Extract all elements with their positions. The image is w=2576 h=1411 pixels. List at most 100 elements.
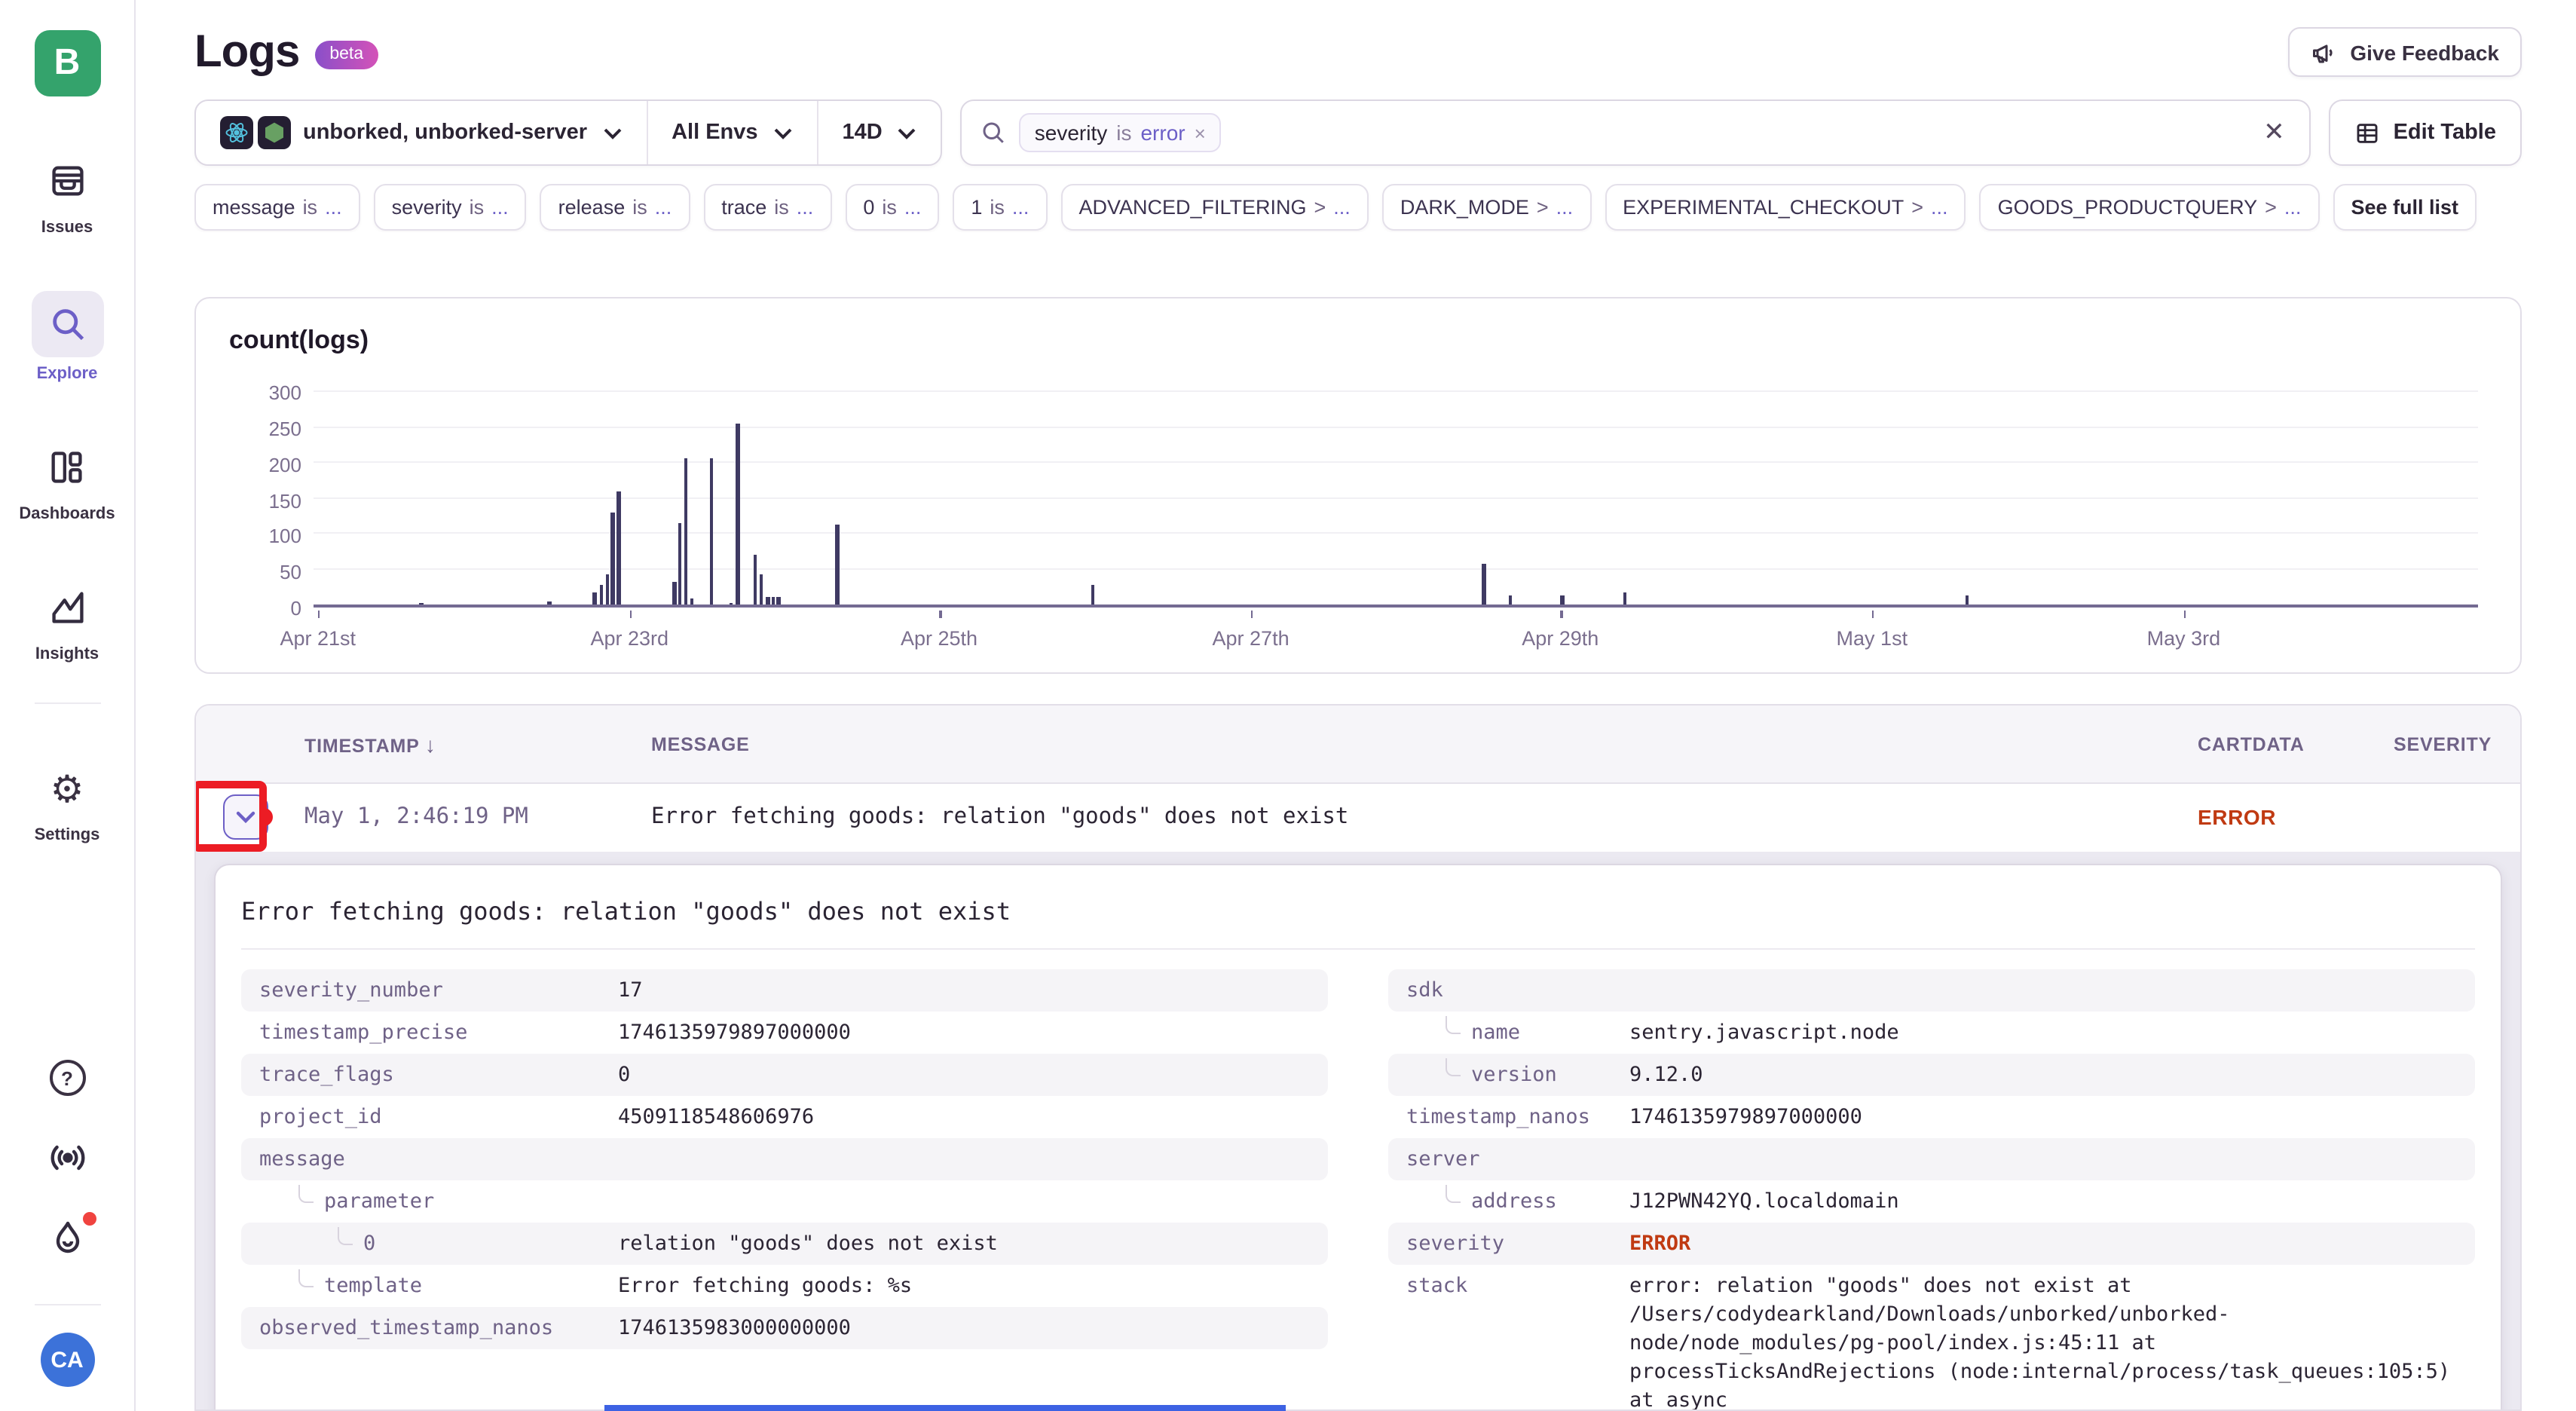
project-selector-label: unborked, unborked-server: [303, 121, 587, 145]
chart-bar[interactable]: [736, 424, 739, 604]
filter-chips-row: messageis... severityis... releaseis... tra…: [194, 184, 2576, 232]
chart-bar[interactable]: [1482, 564, 1486, 604]
y-tick-label: 100: [269, 525, 301, 548]
chart-bar[interactable]: [684, 458, 687, 604]
filter-chip-severity[interactable]: severityis...: [374, 184, 527, 231]
filter-chip-0[interactable]: 0is...: [845, 184, 939, 231]
user-avatar[interactable]: CA: [40, 1333, 94, 1387]
expand-row-button[interactable]: [223, 794, 268, 840]
tree-connector: [298, 1269, 314, 1287]
search-clear-icon[interactable]: ✕: [2257, 112, 2291, 154]
whats-new-flame-icon[interactable]: [49, 1220, 85, 1259]
chart-bar[interactable]: [771, 598, 775, 604]
detail-attributes: severity_number17timestamp_precise174613…: [216, 950, 2501, 1411]
detail-row-address: addressJ12PWN42YQ.localdomain: [1388, 1180, 2475, 1223]
chart-bar[interactable]: [710, 458, 714, 604]
beta-badge: beta: [314, 41, 378, 69]
edit-table-button[interactable]: Edit Table: [2329, 99, 2522, 166]
give-feedback-button[interactable]: Give Feedback: [2288, 27, 2522, 77]
tree-connector: [1446, 1015, 1461, 1033]
filter-chip-EXPERIMENTAL_CHECKOUT[interactable]: EXPERIMENTAL_CHECKOUT>...: [1605, 184, 1966, 231]
x-tick: [629, 611, 632, 618]
x-tick: [939, 611, 941, 618]
filter-chip-trace[interactable]: traceis...: [703, 184, 831, 231]
project-selector[interactable]: unborked, unborked-server: [196, 101, 646, 164]
chart-bar[interactable]: [753, 555, 757, 604]
expanded-row-region: Error fetching goods: relation "goods" d…: [196, 852, 2520, 1409]
megaphone-icon: [2311, 38, 2338, 66]
scope-control: unborked, unborked-server All Envs 14D: [194, 99, 943, 166]
filter-chip-1[interactable]: 1is...: [953, 184, 1047, 231]
chart-bar[interactable]: [547, 601, 551, 604]
y-tick-label: 50: [280, 561, 301, 583]
chart-bar[interactable]: [611, 513, 615, 604]
gridline: [314, 532, 2478, 534]
tree-connector: [1446, 1184, 1461, 1202]
chart-bar[interactable]: [1560, 596, 1564, 604]
table-icon: [2354, 120, 2380, 145]
filter-chip-DARK_MODE[interactable]: DARK_MODE>...: [1382, 184, 1591, 231]
chart-bar[interactable]: [1091, 585, 1094, 604]
chart-bar[interactable]: [616, 491, 620, 604]
partially-visible-blue-bar: [604, 1405, 1286, 1411]
gridline: [314, 426, 2478, 427]
date-range-selector[interactable]: 14D: [817, 101, 941, 164]
chart-bar[interactable]: [760, 575, 763, 604]
logs-table-card: TIMESTAMP ↓ MESSAGE CARTDATA SEVERITY Ma…: [194, 704, 2522, 1411]
detail-row-severity_number: severity_number17: [241, 969, 1328, 1012]
filter-chip-GOODS_PRODUCTQUERY[interactable]: GOODS_PRODUCTQUERY>...: [1980, 184, 2320, 231]
chart-bar[interactable]: [420, 602, 424, 604]
chart-bar[interactable]: [766, 598, 769, 604]
log-table-row[interactable]: May 1, 2:46:19 PM Error fetching goods: …: [196, 784, 2520, 850]
logs-chart-card: count(logs) 050100150200250300 Apr 21stA…: [194, 297, 2522, 674]
filter-chip-message[interactable]: messageis...: [194, 184, 360, 231]
sidebar-item-settings[interactable]: ⚙ Settings: [34, 758, 100, 844]
main-content: Logs beta Give Feedback: [136, 0, 2576, 1411]
detail-row-template: templateError fetching goods: %s: [241, 1265, 1328, 1307]
broadcast-icon[interactable]: [47, 1141, 87, 1174]
chart-bar[interactable]: [729, 602, 733, 604]
chart-bar[interactable]: [673, 581, 677, 604]
chart-bar[interactable]: [592, 592, 596, 604]
x-tick-label: May 3rd: [2147, 627, 2221, 650]
sidebar-item-issues[interactable]: Issues: [34, 151, 100, 237]
see-full-list-chip[interactable]: See full list: [2333, 184, 2477, 231]
token-remove-icon[interactable]: ×: [1195, 121, 1206, 144]
chart-bar[interactable]: [606, 574, 610, 604]
chart-bar[interactable]: [1623, 592, 1627, 604]
app-viewport: B Issues Explore Dashboards Insights: [0, 0, 2576, 1411]
sidebar-item-dashboards[interactable]: Dashboards: [19, 437, 115, 523]
environment-selector-label: All Envs: [672, 121, 757, 145]
environment-selector[interactable]: All Envs: [646, 101, 816, 164]
chart-plot[interactable]: [314, 392, 2478, 608]
token-operator: is: [1116, 121, 1131, 145]
chart-bar[interactable]: [1508, 596, 1512, 604]
gear-icon: ⚙: [34, 758, 100, 819]
search-input[interactable]: severity is error × ✕: [961, 99, 2311, 166]
chart-bar[interactable]: [678, 523, 682, 604]
x-tick-label: Apr 29th: [1522, 627, 1599, 650]
chart-bar[interactable]: [599, 586, 603, 604]
severity-column-header[interactable]: SEVERITY: [2394, 733, 2520, 754]
sidebar-item-explore[interactable]: Explore: [31, 291, 103, 383]
help-icon[interactable]: ?: [49, 1060, 85, 1096]
filter-chip-ADVANCED_FILTERING[interactable]: ADVANCED_FILTERING>...: [1060, 184, 1368, 231]
message-column-header[interactable]: MESSAGE: [651, 733, 2198, 754]
org-logo[interactable]: B: [34, 30, 100, 96]
x-tick-label: Apr 25th: [901, 627, 977, 650]
detail-row-project_id: project_id4509118548606976: [241, 1096, 1328, 1138]
detail-row-version: version9.12.0: [1388, 1054, 2475, 1096]
cartdata-column-header[interactable]: CARTDATA: [2198, 733, 2394, 754]
token-key: severity: [1035, 121, 1107, 145]
timestamp-column-header[interactable]: TIMESTAMP ↓: [304, 732, 651, 756]
chart-bar[interactable]: [777, 598, 781, 604]
detail-row-stack: stackerror: relation "goods" does not ex…: [1388, 1265, 2475, 1411]
search-filter-token[interactable]: severity is error ×: [1020, 113, 1221, 152]
chart-bar[interactable]: [1965, 596, 1969, 604]
react-project-icon: [220, 116, 253, 149]
sidebar-item-insights[interactable]: Insights: [34, 577, 100, 663]
chart-bar[interactable]: [690, 599, 694, 605]
chart-bar[interactable]: [835, 525, 839, 604]
filter-chip-release[interactable]: releaseis...: [540, 184, 690, 231]
sort-descending-icon: ↓: [425, 732, 436, 756]
